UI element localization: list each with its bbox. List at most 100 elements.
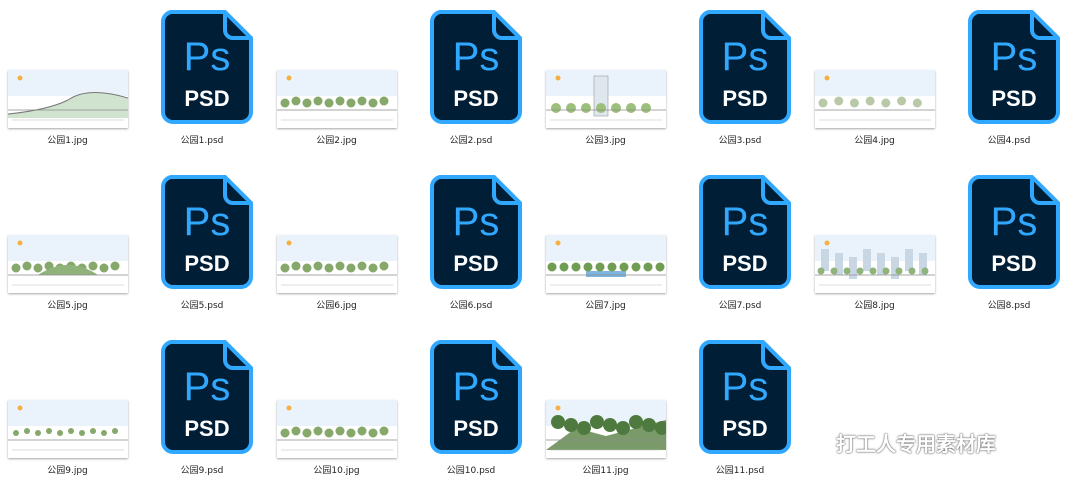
jpg-file-item[interactable]: 公园1.jpg	[0, 0, 135, 160]
file-name-label[interactable]: 公园2.jpg	[269, 133, 404, 146]
psd-file-item[interactable]: Ps PSD 公园6.psd	[404, 165, 539, 325]
psd-file-item[interactable]: Ps PSD 公园8.psd	[942, 165, 1077, 325]
file-name-label[interactable]: 公园10.psd	[404, 463, 539, 476]
psd-icon: Ps PSD	[159, 173, 255, 291]
psd-file-item[interactable]: Ps PSD 公园3.psd	[673, 0, 808, 160]
file-name-label[interactable]: 公园1.jpg	[0, 133, 135, 146]
file-name-label[interactable]: 公园6.psd	[404, 298, 539, 311]
file-thumbnail[interactable]: Ps PSD	[135, 330, 270, 478]
file-name-label[interactable]: 公园3.jpg	[538, 133, 673, 146]
psd-file-item[interactable]: Ps PSD 公园4.psd	[942, 0, 1077, 160]
jpg-file-item[interactable]: 公园6.jpg	[269, 165, 404, 325]
file-name-label[interactable]: 公园8.psd	[942, 298, 1077, 311]
file-thumbnail[interactable]	[0, 0, 135, 148]
section-drawing-thumbnail	[8, 400, 128, 458]
psd-type-text: PSD	[184, 416, 229, 441]
file-thumbnail[interactable]: Ps PSD	[135, 165, 270, 313]
psd-type-text: PSD	[184, 251, 229, 276]
photoshop-file-icon: Ps PSD	[698, 175, 791, 289]
jpg-file-item[interactable]: 公园8.jpg	[807, 165, 942, 325]
photoshop-file-icon: Ps PSD	[160, 10, 253, 124]
ps-brand-text: Ps	[721, 365, 768, 409]
file-thumbnail[interactable]	[538, 165, 673, 313]
psd-icon: Ps PSD	[428, 173, 524, 291]
psd-file-item[interactable]: Ps PSD 公园11.psd	[673, 330, 808, 490]
psd-file-item[interactable]: Ps PSD 公园1.psd	[135, 0, 270, 160]
file-thumbnail[interactable]: Ps PSD	[673, 330, 808, 478]
file-thumbnail[interactable]	[538, 330, 673, 478]
file-thumbnail[interactable]	[0, 165, 135, 313]
file-thumbnail[interactable]	[269, 165, 404, 313]
file-thumbnail[interactable]: Ps PSD	[135, 0, 270, 148]
section-drawing-thumbnail	[546, 400, 666, 458]
file-thumbnail[interactable]: Ps PSD	[942, 0, 1077, 148]
jpg-file-item[interactable]: 公园2.jpg	[269, 0, 404, 160]
file-name-label[interactable]: 公园1.psd	[135, 133, 270, 146]
file-name-label[interactable]: 公园9.psd	[135, 463, 270, 476]
file-name-label[interactable]: 公园9.jpg	[0, 463, 135, 476]
file-name-label[interactable]: 公园7.psd	[673, 298, 808, 311]
file-name-label[interactable]: 公园8.jpg	[807, 298, 942, 311]
file-thumbnail[interactable]	[269, 330, 404, 478]
file-grid: 公园1.jpg Ps PSD 公园1.psd 公园2.jpg Ps PSD 公园2…	[0, 0, 1080, 489]
jpg-file-item[interactable]: 公园4.jpg	[807, 0, 942, 160]
file-thumbnail[interactable]	[807, 0, 942, 148]
ps-brand-text: Ps	[452, 200, 499, 244]
ps-brand-text: Ps	[721, 35, 768, 79]
psd-type-text: PSD	[453, 416, 498, 441]
psd-file-item[interactable]: Ps PSD 公园9.psd	[135, 330, 270, 490]
file-name-label[interactable]: 公园4.psd	[942, 133, 1077, 146]
section-drawing-thumbnail	[815, 70, 935, 128]
file-name-label[interactable]: 公园11.jpg	[538, 463, 673, 476]
file-name-label[interactable]: 公园7.jpg	[538, 298, 673, 311]
jpg-file-item[interactable]: 公园3.jpg	[538, 0, 673, 160]
psd-type-text: PSD	[722, 416, 767, 441]
psd-type-text: PSD	[991, 251, 1036, 276]
psd-file-item[interactable]: Ps PSD 公园2.psd	[404, 0, 539, 160]
file-name-label[interactable]: 公园3.psd	[673, 133, 808, 146]
ps-brand-text: Ps	[721, 200, 768, 244]
file-name-label[interactable]: 公园11.psd	[673, 463, 808, 476]
file-thumbnail[interactable]: Ps PSD	[404, 330, 539, 478]
file-name-label[interactable]: 公园5.jpg	[0, 298, 135, 311]
photoshop-file-icon: Ps PSD	[967, 175, 1060, 289]
psd-type-text: PSD	[722, 86, 767, 111]
file-thumbnail[interactable]: Ps PSD	[404, 165, 539, 313]
psd-type-text: PSD	[991, 86, 1036, 111]
psd-file-item[interactable]: Ps PSD 公园10.psd	[404, 330, 539, 490]
photoshop-file-icon: Ps PSD	[429, 175, 522, 289]
file-name-label[interactable]: 公园6.jpg	[269, 298, 404, 311]
file-thumbnail[interactable]: Ps PSD	[404, 0, 539, 148]
file-thumbnail[interactable]: Ps PSD	[673, 165, 808, 313]
file-thumbnail[interactable]: Ps PSD	[673, 0, 808, 148]
file-name-label[interactable]: 公园4.jpg	[807, 133, 942, 146]
image-preview	[815, 235, 935, 293]
jpg-file-item[interactable]: 公园9.jpg	[0, 330, 135, 490]
file-thumbnail[interactable]	[538, 0, 673, 148]
file-thumbnail[interactable]	[807, 165, 942, 313]
ps-brand-text: Ps	[990, 200, 1037, 244]
jpg-file-item[interactable]: 公园5.jpg	[0, 165, 135, 325]
jpg-file-item[interactable]: 公园11.jpg	[538, 330, 673, 490]
psd-file-item[interactable]: Ps PSD 公园7.psd	[673, 165, 808, 325]
psd-icon: Ps PSD	[159, 8, 255, 126]
file-name-label[interactable]: 公园2.psd	[404, 133, 539, 146]
psd-icon: Ps PSD	[697, 173, 793, 291]
psd-type-text: PSD	[453, 251, 498, 276]
psd-file-item[interactable]: Ps PSD 公园5.psd	[135, 165, 270, 325]
file-name-label[interactable]: 公园10.jpg	[269, 463, 404, 476]
section-drawing-thumbnail	[546, 70, 666, 128]
section-drawing-thumbnail	[277, 235, 397, 293]
jpg-file-item[interactable]: 公园10.jpg	[269, 330, 404, 490]
image-preview	[546, 70, 666, 128]
file-thumbnail[interactable]	[0, 330, 135, 478]
file-thumbnail[interactable]	[269, 0, 404, 148]
file-thumbnail[interactable]: Ps PSD	[942, 165, 1077, 313]
image-preview	[8, 235, 128, 293]
ps-brand-text: Ps	[183, 365, 230, 409]
photoshop-file-icon: Ps PSD	[160, 340, 253, 454]
jpg-file-item[interactable]: 公园7.jpg	[538, 165, 673, 325]
file-name-label[interactable]: 公园5.psd	[135, 298, 270, 311]
image-preview	[546, 400, 666, 458]
photoshop-file-icon: Ps PSD	[698, 10, 791, 124]
